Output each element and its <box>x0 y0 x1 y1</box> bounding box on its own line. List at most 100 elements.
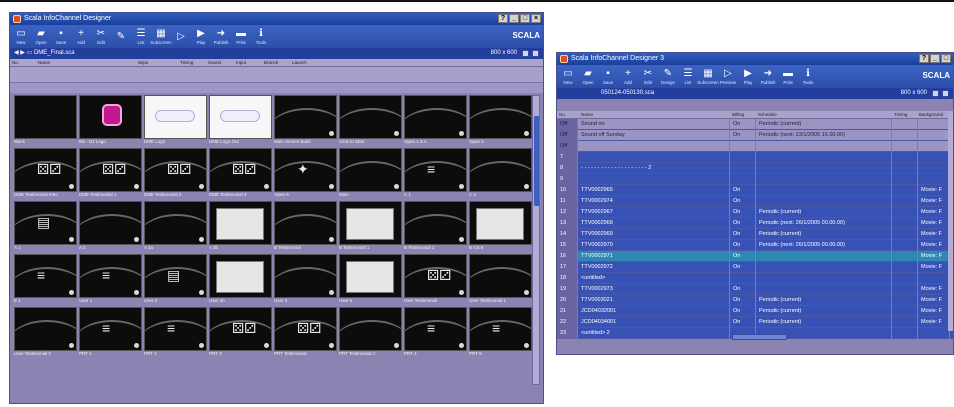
thumbnail-cell[interactable]: ▤ User 2 <box>144 254 207 304</box>
timing-cell[interactable] <box>892 130 918 141</box>
page-thumbnail[interactable]: ≡ <box>404 148 467 192</box>
row-number[interactable]: Off <box>557 141 578 152</box>
column-header-5[interactable]: Background <box>919 111 943 119</box>
page-thumbnail[interactable]: ≡ <box>469 307 532 351</box>
schedule-cell[interactable]: Periodic (current) <box>756 317 892 328</box>
resolution-button[interactable] <box>522 50 529 57</box>
page-thumbnail[interactable] <box>209 95 272 139</box>
name-cell[interactable]: Sound on <box>578 119 730 130</box>
table-row[interactable]: 17 TTV0002972 On Movie: F <box>557 262 953 273</box>
page-thumbnail[interactable]: ≡ <box>404 307 467 351</box>
billing-cell[interactable]: On <box>730 306 756 317</box>
thumbnail-cell[interactable]: User 5 <box>339 254 402 304</box>
page-thumbnail[interactable] <box>404 201 467 245</box>
table-row[interactable]: 11 TTV0002974 On Movie: F <box>557 196 953 207</box>
page-thumbnail[interactable] <box>14 95 77 139</box>
thumbnail-cell[interactable]: A 2 <box>79 201 142 251</box>
table-row[interactable]: 21 JCD04032001 On Periodic (current) Movie: … <box>557 306 953 317</box>
help-button[interactable]: ? <box>919 54 929 63</box>
billing-cell[interactable]: On <box>730 119 756 130</box>
page-thumbnail[interactable] <box>79 201 142 245</box>
schedule-cell[interactable] <box>756 185 892 196</box>
background-cell[interactable] <box>918 328 950 339</box>
schedule-cell[interactable]: Periodic (current) <box>756 229 892 240</box>
row-number[interactable]: 17 <box>557 262 578 273</box>
thumbnail-cell[interactable]: ⚄⚂ PRT Testimonial <box>274 307 337 357</box>
title-bar[interactable]: Scala InfoChannel Designer ? _ □ × <box>10 13 543 25</box>
add-button[interactable]: + Add <box>620 68 636 85</box>
billing-cell[interactable]: On <box>730 284 756 295</box>
thumbnails-button[interactable]: ▦ Subscreen <box>697 68 719 85</box>
preview-button[interactable]: ▷ Preview <box>720 68 736 85</box>
thumbnail-cell[interactable]: ≡ PRT 1 <box>79 307 142 357</box>
thumbnail-cell[interactable]: Main <box>339 148 402 198</box>
timing-cell[interactable] <box>892 273 918 284</box>
forward-icon[interactable]: ▶ <box>20 50 25 56</box>
thumbnail-cell[interactable]: C 2 <box>469 148 532 198</box>
page-thumbnail[interactable] <box>469 95 532 139</box>
schedule-cell[interactable] <box>756 262 892 273</box>
thumbnail-cell[interactable]: A 3a <box>144 201 207 251</box>
table-row[interactable]: 9 <box>557 174 953 185</box>
open-button[interactable]: ▰ Open <box>33 28 49 45</box>
page-thumbnail[interactable]: ≡ <box>14 254 77 298</box>
schedule-cell[interactable] <box>756 196 892 207</box>
schedule-cell[interactable]: Periodic (current) <box>756 295 892 306</box>
publish-button[interactable]: ➜ Publish <box>760 68 776 85</box>
table-row[interactable]: 15 TTV0002970 On Periodic (next: 26/1/2005 … <box>557 240 953 251</box>
schedule-cell[interactable]: Periodic (current) <box>756 306 892 317</box>
billing-cell[interactable]: On <box>730 196 756 207</box>
preview-button[interactable]: ▷ <box>173 31 189 43</box>
background-cell[interactable]: Movie: F <box>918 295 950 306</box>
column-header-4[interactable]: Sound <box>208 59 221 67</box>
row-number[interactable]: 11 <box>557 196 578 207</box>
background-cell[interactable]: Movie: F <box>918 306 950 317</box>
background-cell[interactable] <box>918 273 950 284</box>
table-row[interactable]: Off Sound on On Periodic (current) <box>557 119 953 130</box>
selected-row-strip[interactable] <box>10 67 543 83</box>
schedule-cell[interactable] <box>756 251 892 262</box>
page-thumbnail[interactable] <box>339 95 402 139</box>
timing-cell[interactable] <box>892 251 918 262</box>
page-thumbnail[interactable]: ⚄⚂ <box>274 307 337 351</box>
add-button[interactable]: + Add <box>73 28 89 45</box>
background-cell[interactable]: Movie: F <box>918 196 950 207</box>
thumbnail-cell[interactable]: ≡ PRT 2 <box>144 307 207 357</box>
timing-cell[interactable] <box>892 207 918 218</box>
thumbnail-cell[interactable]: User Testimonial 1 <box>469 254 532 304</box>
help-button[interactable]: ? <box>498 14 508 23</box>
view-button[interactable] <box>942 90 949 97</box>
vertical-scrollbar[interactable] <box>532 95 540 385</box>
page-thumbnail[interactable] <box>144 201 207 245</box>
page-thumbnail[interactable] <box>274 201 337 245</box>
page-thumbnail[interactable]: ▤ <box>144 254 207 298</box>
column-header-1[interactable]: Name <box>38 59 50 67</box>
column-header-1[interactable]: Name <box>581 111 593 119</box>
schedule-cell[interactable] <box>756 174 892 185</box>
schedule-cell[interactable] <box>756 284 892 295</box>
background-cell[interactable] <box>918 163 950 174</box>
billing-cell[interactable] <box>730 174 756 185</box>
scroll-thumb[interactable] <box>534 116 539 206</box>
row-number[interactable]: 8 <box>557 163 578 174</box>
timing-cell[interactable] <box>892 295 918 306</box>
row-number[interactable]: 21 <box>557 306 578 317</box>
page-thumbnail[interactable]: ✦ <box>274 148 337 192</box>
page-thumbnail[interactable]: ⚄⚂ <box>209 148 272 192</box>
page-thumbnail[interactable] <box>339 201 402 245</box>
thumbnail-cell[interactable]: B Testimonial 2 <box>404 201 467 251</box>
background-cell[interactable]: Movie: F <box>918 251 950 262</box>
thumbnail-cell[interactable]: ⚄⚂ DME Testimonial 3 <box>209 148 272 198</box>
timing-cell[interactable] <box>892 119 918 130</box>
billing-cell[interactable]: On <box>730 240 756 251</box>
thumbnail-cell[interactable]: ⚄⚂ DME Testimonial 2 <box>144 148 207 198</box>
column-header-4[interactable]: Timing <box>894 111 907 119</box>
billing-cell[interactable]: On <box>730 130 756 141</box>
table-row[interactable]: 16 TTV0002971 On Movie: F <box>557 251 953 262</box>
thumbnail-cell[interactable]: ≡ User 1 <box>79 254 142 304</box>
schedule-cell[interactable]: Periodic (next: 26/1/2005 00.00.00) <box>756 218 892 229</box>
name-cell[interactable]: TTV0002972 <box>578 262 730 273</box>
name-cell[interactable]: <untitled> <box>578 273 730 284</box>
thumbnail-cell[interactable]: A 3b <box>209 201 272 251</box>
thumbnail-cell[interactable]: ⚄⚂ PRT 3 <box>209 307 272 357</box>
